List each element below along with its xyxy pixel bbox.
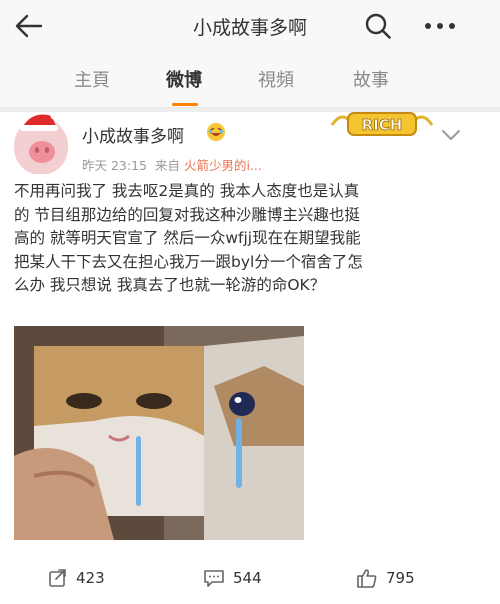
avatar[interactable] bbox=[14, 112, 68, 174]
tab-video[interactable]: 視頻 bbox=[258, 66, 294, 92]
source-prefix: 来自 bbox=[154, 158, 180, 173]
action-bar: 423 544 795 bbox=[0, 560, 500, 604]
active-tab-indicator bbox=[172, 103, 198, 106]
more-icon[interactable] bbox=[420, 14, 460, 38]
post-time: 昨天 23:15 bbox=[82, 158, 147, 173]
badge-text: RICH bbox=[362, 116, 403, 134]
back-arrow-icon[interactable] bbox=[14, 12, 44, 40]
repost-icon bbox=[49, 569, 66, 587]
profile-tabs: 主頁 微博 視頻 故事 bbox=[0, 52, 500, 108]
santa-avatar-icon bbox=[14, 112, 68, 174]
like-button[interactable]: 795 bbox=[356, 568, 415, 588]
source-link[interactable]: 火箭少男的i... bbox=[184, 158, 262, 173]
post-text: 不用再问我了 我去呕2是真的 我本人态度也是认真 的 节目组那边给的回复对我这种… bbox=[14, 180, 488, 298]
post-line: 不用再问我了 我去呕2是真的 我本人态度也是认真 bbox=[14, 182, 360, 200]
tab-weibo[interactable]: 微博 bbox=[166, 66, 202, 92]
comment-icon bbox=[204, 570, 224, 587]
rich-badge-icon: RICH bbox=[330, 112, 434, 136]
search-icon[interactable] bbox=[364, 12, 392, 40]
chevron-down-icon[interactable] bbox=[440, 128, 462, 142]
laughing-emoji-icon bbox=[207, 123, 225, 141]
like-count: 795 bbox=[386, 569, 415, 587]
tab-home[interactable]: 主頁 bbox=[74, 66, 110, 92]
top-bar: 小成故事多啊 bbox=[0, 0, 500, 52]
repost-button[interactable]: 423 bbox=[48, 568, 105, 588]
author-name[interactable]: 小成故事多啊 bbox=[82, 122, 184, 147]
post-line: 高的 就等明天官宣了 然后一众wfjj现在在期望我能 bbox=[14, 229, 361, 248]
comment-button[interactable]: 544 bbox=[203, 568, 262, 588]
page-title: 小成故事多啊 bbox=[192, 16, 307, 39]
thumbs-up-icon bbox=[357, 569, 377, 588]
post-line: 么办 我只想说 我真去了也就一轮游的命OK？ bbox=[14, 276, 326, 295]
tab-story[interactable]: 故事 bbox=[353, 66, 389, 92]
repost-count: 423 bbox=[76, 569, 105, 587]
post-line: 的 节目组那边给的回复对我这种沙雕博主兴趣也挺 bbox=[14, 205, 360, 224]
post-line: 把某人干下去又在担心我万一跟byl分一个宿舍了怎 bbox=[14, 252, 363, 271]
comment-count: 544 bbox=[233, 569, 262, 587]
post-meta: 昨天 23:15 来自 火箭少男的i... bbox=[82, 155, 262, 174]
post-image-crying-cats[interactable] bbox=[14, 326, 304, 540]
